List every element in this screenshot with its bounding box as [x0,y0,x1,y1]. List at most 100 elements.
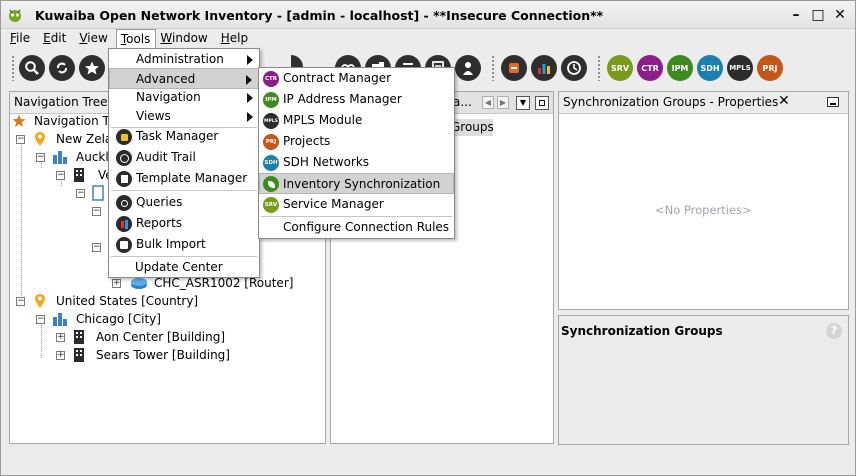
minimize-button[interactable]: – [789,7,803,23]
favorites-button[interactable] [79,55,105,81]
tree-row-sears-tower[interactable]: + Sears Tower [Building] [52,346,252,364]
window-controls: – □ ✕ [789,7,847,23]
navigation-root-star-icon [12,114,26,127]
menu-view[interactable]: View [71,29,112,48]
description-title: Synchronization Groups [561,324,723,338]
tree-row-auckland[interactable]: − Auckla [32,148,116,166]
menu-item-inventory-synchronization[interactable]: Inventory Synchronization [259,173,454,194]
tree-row-aon-center[interactable]: + Aon Center [Building] [52,328,252,346]
tree-row-new-zealand[interactable]: − New Zela [12,130,112,148]
menu-item-service-manager[interactable]: SRV Service Manager [259,194,454,215]
expand-toggle[interactable]: + [56,351,65,360]
ctr-icon: CTR [641,63,659,73]
collapse-toggle[interactable]: − [36,315,45,324]
srv-icon: SRV [263,197,279,213]
star-icon [85,61,99,75]
rack-icon [92,185,104,201]
menu-item-label: Service Manager [283,197,384,211]
menu-item-mpls-module[interactable]: MPLS MPLS Module [259,110,454,131]
help-icon[interactable]: ? [826,323,842,339]
refresh-icon [57,62,67,74]
menu-item-reports[interactable]: Reports [109,213,259,234]
tab-list-dropdown-button[interactable]: ▼ [516,96,530,110]
menu-item-contract-manager[interactable]: CTR Contract Manager [259,68,454,89]
menu-item-label: Task Manager [136,129,219,143]
tree-guide [21,140,22,300]
no-properties-text: <No Properties> [655,203,752,217]
toolbar-button-audit[interactable] [561,55,587,81]
menu-item-ip-address-manager[interactable]: IPM IP Address Manager [259,89,454,110]
building-icon [74,168,84,182]
menu-item-navigation[interactable]: Navigation [109,87,259,108]
collapse-toggle[interactable]: − [92,207,101,216]
maximize-button[interactable]: □ [811,7,825,23]
toolbar-button-sync[interactable] [501,55,527,81]
country-pin-icon [35,132,45,146]
collapse-toggle[interactable]: − [56,171,65,180]
menu-item-audit-trail[interactable]: Audit Trail [109,147,259,168]
import-icon [116,237,132,253]
refresh-button[interactable] [49,55,75,81]
ip-address-manager-button[interactable]: IPM [667,55,693,81]
tree-row-united-states[interactable]: − United States [Country] [12,292,262,310]
tab-scroll-right-button[interactable]: ▶ [497,96,509,109]
menu-edit[interactable]: Edit [35,29,71,48]
menu-item-advanced[interactable]: Advanced [109,68,259,89]
menu-item-bulk-import[interactable]: Bulk Import [109,234,259,255]
menu-item-update-center[interactable]: Update Center [109,257,259,278]
window-title: Kuwaiba Open Network Inventory - [admin … [35,8,604,23]
collapse-toggle[interactable]: − [92,243,101,252]
menu-item-label: Update Center [135,260,223,274]
collapse-toggle[interactable]: − [16,297,25,306]
collapse-toggle[interactable]: − [16,135,25,144]
sync-groups-tab-title[interactable]: a... [453,95,472,109]
menu-item-label: Bulk Import [136,237,206,251]
toolbar-button-user[interactable] [455,55,481,81]
menu-item-label: Template Manager [136,171,248,185]
menu-item-label: Inventory Synchronization [283,177,441,191]
sdh-icon: SDH [263,155,279,171]
building-icon [74,348,84,362]
menu-item-views[interactable]: Views [109,106,259,127]
minimize-panel-button[interactable] [827,97,839,107]
projects-button[interactable]: PRJ [757,55,783,81]
menu-window[interactable]: Window [156,29,212,48]
mpls-icon: MPLS [263,113,279,129]
maximize-panel-button[interactable] [535,96,549,110]
tree-row-rack[interactable]: − [72,184,112,202]
menu-item-queries[interactable]: Queries [109,192,259,213]
tree-row-ve[interactable]: − Ve [52,166,113,184]
expand-toggle[interactable]: + [112,279,121,288]
menu-item-template-manager[interactable]: Template Manager [109,168,259,189]
search-button[interactable] [19,55,45,81]
menu-item-task-manager[interactable]: Task Manager [109,126,259,147]
collapse-toggle[interactable]: − [36,153,45,162]
menu-item-projects[interactable]: PRJ Projects [259,131,454,152]
search-icon [116,195,132,211]
menu-item-label: Projects [283,134,331,148]
submenu-arrow-icon [246,75,252,85]
clock-icon [567,61,581,75]
contract-manager-button[interactable]: CTR [637,55,663,81]
service-manager-button[interactable]: SRV [607,55,633,81]
tab-scroll-left-button[interactable]: ◀ [482,96,494,109]
menu-help[interactable]: Help [213,29,253,48]
expand-toggle[interactable]: + [56,333,65,342]
menu-separator [111,190,257,191]
sdh-networks-button[interactable]: SDH [697,55,723,81]
menu-tools[interactable]: Tools [115,29,157,48]
menu-item-administration[interactable]: Administration [109,49,259,70]
menu-item-sdh-networks[interactable]: SDH SDH Networks [259,152,454,173]
collapse-toggle[interactable]: − [76,189,85,198]
menu-item-configure-connection-rules[interactable]: Configure Connection Rules [259,217,454,238]
menu-file[interactable]: File [1,29,35,48]
mpls-module-button[interactable]: MPLS [727,55,753,81]
city-buildings-icon [53,313,67,326]
maximize-icon [539,100,545,106]
close-button[interactable]: ✕ [833,7,847,23]
tree-row-chicago[interactable]: − Chicago [City] [32,310,232,328]
advanced-submenu: CTR Contract Manager IPM IP Address Mana… [258,67,455,239]
tree-label: United States [Country] [56,294,199,308]
close-tab-button[interactable]: ✕ [778,93,790,109]
toolbar-button-reports[interactable] [531,55,557,81]
